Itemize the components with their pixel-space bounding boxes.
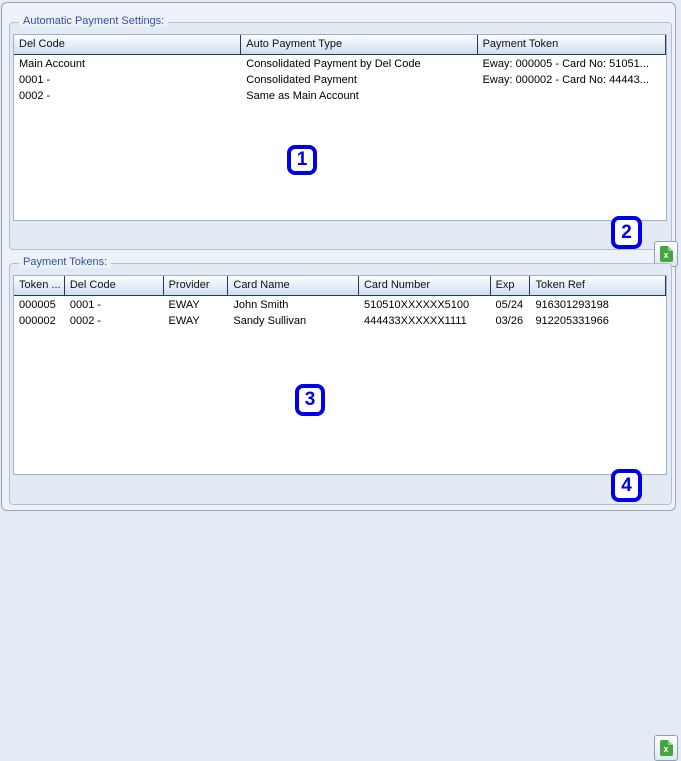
callout-3: 3 [295,384,325,416]
group-title-payment-tokens: Payment Tokens: [19,256,112,268]
table-cell: 0002 - [69,315,102,327]
table-cell: Consolidated Payment [246,74,357,86]
column-header[interactable]: Card Name [228,276,359,295]
table-cell: Same as Main Account [246,90,359,102]
excel-export-icon: x [659,740,673,756]
table-body: Main Account Consolidated Payment by Del … [14,55,666,105]
table-header-row: Token ... Del Code Provider Card Name Card N… [14,276,666,296]
table-cell: Eway: 000005 - Card No: 51051... [482,58,649,70]
table-cell: Consolidated Payment by Del Code [246,58,421,70]
auto-payment-settings-table: Del Code Auto Payment Type Payment Token Ma… [13,34,667,221]
column-header[interactable]: Card Number [359,276,491,295]
table-cell: 000005 [19,299,56,311]
table-cell: 912205331966 [535,315,609,327]
table-cell: Eway: 000002 - Card No: 44443... [482,74,649,86]
callout-4: 4 [611,469,642,502]
table-cell [478,89,666,105]
group-title-automatic-payment-settings: Automatic Payment Settings: [19,15,169,27]
column-header[interactable]: Del Code [14,35,242,54]
page-fold-corner [667,740,673,745]
column-header[interactable]: Del Code [65,276,164,295]
table-cell: 510510XXXXXX5100 [363,299,470,311]
table-cell: EWAY [168,315,200,327]
table-cell: Sandy Sullivan [233,315,307,327]
payment-tokens-group: Payment Tokens: Token ... Del Code Provide… [9,256,678,761]
table-cell: 0001 - [19,74,51,86]
table-cell: 000002 [19,315,56,327]
table-row[interactable]: 0002 - Same as Main Account [14,89,666,105]
table-cell: 05/24 [495,299,524,311]
table-row[interactable]: 000005 0001 - EWAY John Smith 510510XXXXXX51… [14,298,666,314]
payment-tokens-table: Token ... Del Code Provider Card Name Card N… [13,275,667,475]
column-header[interactable]: Token ... [14,276,65,295]
column-header[interactable]: Exp [491,276,531,295]
table-cell: John Smith [233,299,289,311]
table-header-row: Del Code Auto Payment Type Payment Token [14,35,666,55]
table-cell: 03/26 [495,315,524,327]
column-header[interactable]: Token Ref [530,276,666,295]
table-row[interactable]: 000002 0002 - EWAY Sandy Sullivan 444433XXXX… [14,314,666,330]
callout-1: 1 [287,145,317,175]
column-header[interactable]: Payment Token [478,35,666,54]
excel-export-icon: x [659,246,673,262]
table-cell: EWAY [168,299,200,311]
export-excel-button-payment-tokens[interactable]: x [654,735,678,761]
callout-2: 2 [611,216,642,249]
table-body: 000005 0001 - EWAY John Smith 510510XXXXXX51… [14,296,666,330]
table-cell: 0002 - [19,90,51,102]
automatic-payment-settings-group: Automatic Payment Settings: Del Code Auto… [9,15,678,267]
table-cell: 916301293198 [535,299,609,311]
table-row[interactable]: Main Account Consolidated Payment by Del … [14,57,666,73]
column-header[interactable]: Auto Payment Type [241,35,478,54]
table-cell: 0001 - [69,299,102,311]
column-header[interactable]: Provider [164,276,229,295]
table-row[interactable]: 0001 - Consolidated Payment Eway: 000002 -… [14,73,666,89]
payment-settings-panel: Automatic Payment Settings: Del Code Auto… [1,2,678,761]
table-cell: Main Account [19,58,86,70]
table-cell: 444433XXXXXX1111 [363,315,467,327]
page-fold-corner [667,246,673,251]
